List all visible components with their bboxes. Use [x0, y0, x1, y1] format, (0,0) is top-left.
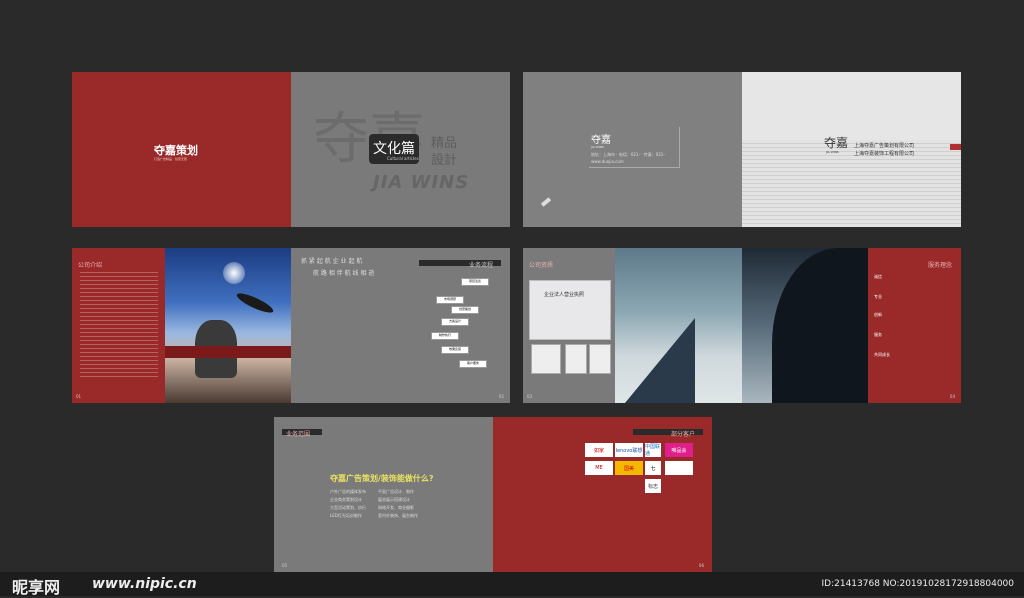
client-logo-blank: [665, 461, 693, 475]
cover-page-front: 夺嘉策划 打造广告精品 · 创意无限: [72, 72, 291, 227]
back-jiawins: JIA WINS: [826, 150, 839, 154]
flow-step-2: 市场调研: [436, 296, 464, 304]
cover-spread: 夺嘉策划 打造广告精品 · 创意无限 夺嘉 文化篇 Cultural artic…: [72, 72, 510, 227]
brand-tagline: 打造广告精品 · 创意无限: [154, 157, 187, 161]
qualification-page: 公司资质 企业法人营业执照 03: [523, 248, 615, 403]
intro-text-page: 公司介绍 01: [72, 248, 165, 403]
watermark-logo: 昵享网: [12, 578, 61, 597]
scope-page: 业务范围 夺嘉广告策划/装饰能做什么? 户外广告的媒体发布 平面广告设计、制作 …: [274, 417, 493, 572]
card-address: 地址：上海市 · 电话：021- · 传真：021-: [591, 152, 665, 157]
jiawins-text: JIA WINS: [373, 172, 470, 193]
client-logo-unicom: 中国联通: [645, 443, 661, 457]
flow-step-5: 制作执行: [431, 332, 459, 340]
service-7: LED灯光培训制作: [330, 513, 362, 518]
flow-step-4: 方案设计: [441, 318, 469, 326]
cert-thumb-3: [589, 344, 611, 374]
client-logo-vip: 唯品会: [665, 443, 693, 457]
company-name-1: 上海夺嘉广告策划有限公司: [854, 143, 915, 149]
gate-roof: [165, 346, 291, 358]
clients-label: 部分客户: [671, 431, 696, 438]
client-logo-rujia: 如家: [585, 443, 613, 457]
sheji-text: 設計: [431, 153, 458, 168]
client-logo-me: ME: [585, 461, 613, 475]
card-logo: 夺嘉: [591, 135, 611, 146]
watermark-bar: 昵享网 www.nipic.cn ID:21413768 NO:20191028…: [0, 572, 1024, 597]
concept-head-5: 共同成长: [874, 352, 890, 357]
eagle-icon: [234, 290, 276, 316]
flow-step-6: 效果反馈: [441, 346, 469, 354]
page-number-3: 03: [527, 394, 533, 399]
business-flow-page: 抓 紧 起 航 企 业 起 航 航 路 相 伴 航 线 相 逝 业务流程 项目洽…: [291, 248, 510, 403]
card-web: www.duojia.com: [591, 159, 624, 164]
page-number-2: 02: [498, 394, 504, 399]
concept-page: 服务理念 诚信 专业 创新 服务 共同成长 04: [868, 248, 961, 403]
back-cover-page: 夺嘉 JIA WINS 上海夺嘉广告策划有限公司 上海夺嘉装饰工程有限公司: [742, 72, 961, 227]
concept-label: 服务理念: [928, 262, 953, 269]
qualification-spread: 公司资质 企业法人营业执照 03 服务理念 诚信 专业 创新 服务 共同成长 0…: [523, 248, 961, 403]
red-accent: [950, 144, 961, 150]
client-logo-gome: 国美: [615, 461, 643, 475]
page-number-1: 01: [76, 394, 82, 399]
service-2: 平面广告设计、制作: [378, 489, 414, 494]
seal-subtext: Cultural articles: [387, 156, 419, 161]
service-5: 大型活动策划、执行: [330, 505, 366, 510]
cert-thumb-1: [531, 344, 561, 374]
flow-step-1: 项目洽谈: [461, 278, 489, 286]
poem-line-2: 航 路 相 伴 航 线 相 逝: [313, 270, 375, 277]
cert-thumb-2: [565, 344, 587, 374]
flow-step-7: 客户服务: [459, 360, 487, 368]
client-logo-emblem: 标志: [645, 479, 661, 493]
lion-photo: [165, 248, 291, 403]
ship-photo: [742, 248, 868, 403]
scope-question: 夺嘉广告策划/装饰能做什么?: [330, 474, 434, 483]
sun-glow: [223, 262, 245, 284]
qualification-label: 公司资质: [529, 262, 554, 269]
intro-label: 公司介绍: [78, 262, 103, 269]
page-number-5: 05: [282, 563, 288, 568]
service-4: 展览展示搭建设计: [378, 497, 410, 502]
back-logo: 夺嘉: [824, 136, 849, 150]
business-card-page: 夺嘉 JIA WINS 地址：上海市 · 电话：021- · 传真：021- w…: [523, 72, 742, 227]
card-wins: JIA WINS: [591, 145, 604, 149]
cover-page-title: 夺嘉 文化篇 Cultural articles 精品 設計 JIA WINS: [291, 72, 510, 227]
watermark-url: www.nipic.cn: [92, 576, 197, 592]
scope-spread: 业务范围 夺嘉广告策划/装饰能做什么? 户外广告的媒体发布 平面广告设计、制作 …: [274, 417, 712, 572]
intro-spread: 公司介绍 01 抓 紧 起 航 企 业 起 航 航 路 相 伴 航 线 相 逝 …: [72, 248, 510, 403]
scope-label: 业务范围: [286, 431, 311, 438]
sea-photo: [615, 248, 742, 403]
ship-hull: [772, 248, 868, 403]
back-header: [742, 72, 961, 140]
service-8: 室内外装饰、展台制作: [378, 513, 418, 518]
service-1: 户外广告的媒体发布: [330, 489, 366, 494]
service-3: 企业商务策划设计: [330, 497, 362, 502]
concept-head-3: 创新: [874, 312, 882, 317]
page-number-4: 04: [949, 394, 955, 399]
back-spread: 夺嘉 JIA WINS 地址：上海市 · 电话：021- · 传真：021- w…: [523, 72, 961, 227]
client-logo-seven: 七: [645, 461, 661, 475]
pyramid-shape: [625, 318, 695, 403]
company-name-2: 上海夺嘉装饰工程有限公司: [854, 151, 915, 157]
client-logo-lenovo: lenovo联想: [615, 443, 643, 457]
watermark-id: ID:21413768 NO:20191028172918804000: [821, 579, 1015, 589]
intro-paragraph: [80, 272, 158, 377]
concept-head-1: 诚信: [874, 274, 882, 279]
license-certificate: 企业法人营业执照: [529, 280, 611, 340]
concept-head-2: 专业: [874, 294, 882, 299]
brand-name: 夺嘉策划: [154, 144, 198, 157]
flow-step-3: 创意策划: [451, 306, 479, 314]
poem-line-1: 抓 紧 起 航 企 业 起 航: [301, 258, 363, 265]
license-title: 企业法人营业执照: [544, 292, 585, 298]
business-label: 业务流程: [469, 262, 494, 269]
concept-head-4: 服务: [874, 332, 882, 337]
page-number-6: 06: [698, 563, 704, 568]
service-6: 网络开发、商业摄影: [378, 505, 414, 510]
pen-icon: [540, 197, 552, 207]
clients-page: 部分客户 如家 lenovo联想 中国联通 唯品会 ME 国美 七 标志 06: [493, 417, 712, 572]
culture-seal: 文化篇 Cultural articles: [369, 134, 419, 164]
business-card: 夺嘉 JIA WINS 地址：上海市 · 电话：021- · 传真：021- w…: [589, 127, 680, 168]
seal-text: 文化篇: [373, 141, 415, 157]
